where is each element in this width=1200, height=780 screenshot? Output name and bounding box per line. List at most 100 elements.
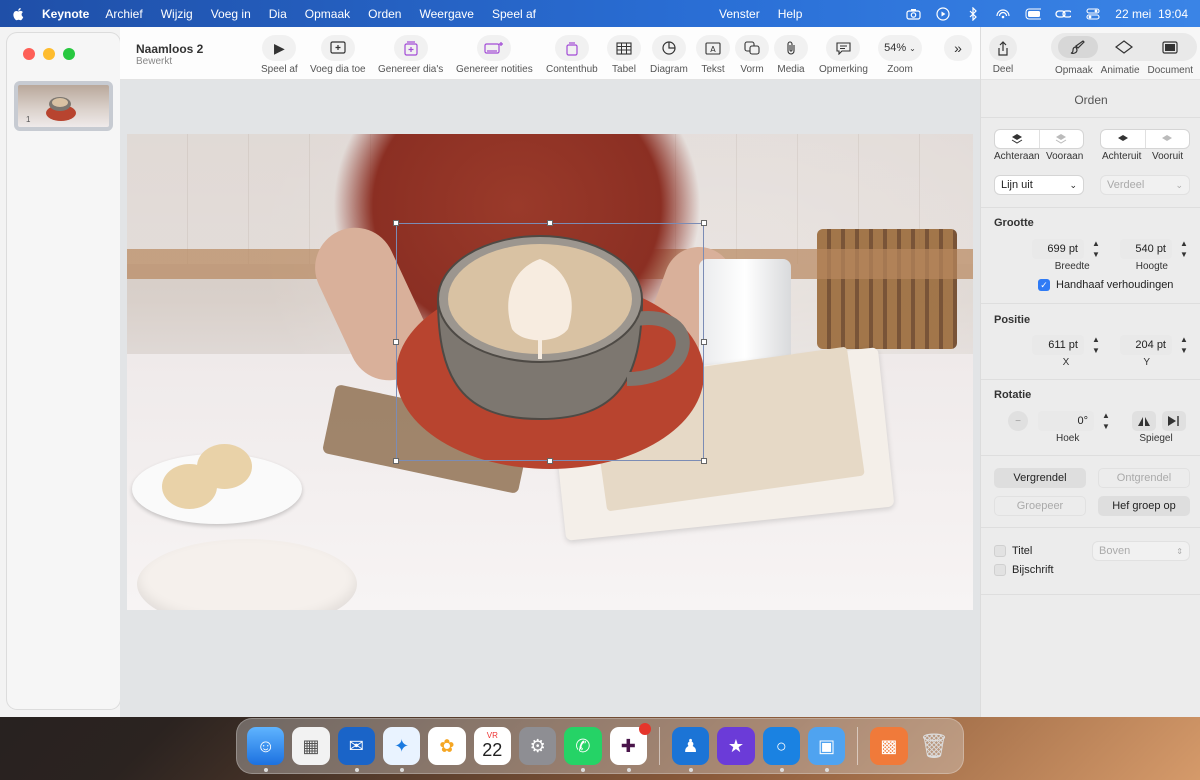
tab-animation-label[interactable]: Animatie xyxy=(1101,65,1140,76)
resize-handle[interactable] xyxy=(701,339,707,345)
menu-opmaak[interactable]: Opmaak xyxy=(305,7,350,21)
bluetooth-icon[interactable] xyxy=(965,6,981,21)
height-stepper[interactable]: ▲ ▼ xyxy=(1178,239,1190,259)
minimize-button[interactable] xyxy=(43,48,55,60)
bring-forward-button[interactable] xyxy=(1144,130,1190,148)
menu-speel-af[interactable]: Speel af xyxy=(492,7,536,21)
qbrowser-icon[interactable]: ○ xyxy=(762,727,800,772)
utility-icon[interactable]: ▣ xyxy=(807,727,846,772)
document-title[interactable]: Naamloos 2 xyxy=(136,42,203,56)
imovie-icon[interactable]: ★ xyxy=(717,727,755,765)
zoom-button[interactable] xyxy=(63,48,75,60)
calendar-icon[interactable]: VR 22 xyxy=(473,727,511,765)
width-stepper[interactable]: ▲ ▼ xyxy=(1090,239,1102,259)
launchpad-icon[interactable]: ▦ xyxy=(292,727,330,765)
selection-box[interactable] xyxy=(393,220,707,464)
menu-venster[interactable]: Venster xyxy=(719,7,760,21)
distribute-select[interactable]: Verdeel ⌄ xyxy=(1100,175,1190,195)
send-backward-button[interactable] xyxy=(1101,130,1145,148)
width-field[interactable]: 699 pt xyxy=(1032,239,1084,259)
tab-format-label[interactable]: Opmaak xyxy=(1055,65,1093,76)
zoom-select[interactable]: 54% ⌄ xyxy=(878,35,922,61)
photos-icon[interactable]: ✿ xyxy=(428,727,466,765)
send-to-back-button[interactable] xyxy=(995,130,1039,148)
share-button[interactable]: Deel xyxy=(989,35,1017,75)
flip-horizontal-button[interactable] xyxy=(1162,411,1186,431)
menu-voeg-in[interactable]: Voeg in xyxy=(211,7,251,21)
menu-wijzig[interactable]: Wijzig xyxy=(161,7,193,21)
chart-button[interactable]: Diagram xyxy=(650,35,688,75)
play-button[interactable]: ▶ Speel af xyxy=(261,35,298,75)
resize-handle[interactable] xyxy=(393,220,399,226)
generate-notes-button[interactable]: Genereer notities xyxy=(456,35,533,75)
trash-icon[interactable]: 🗑 xyxy=(916,727,953,765)
ungroup-button[interactable]: Hef groep op xyxy=(1098,496,1190,516)
keep-ratio-row[interactable]: ✓ Handhaaf verhoudingen xyxy=(1038,279,1200,291)
resize-handle[interactable] xyxy=(547,220,553,226)
add-slide-button[interactable]: Voeg dia toe xyxy=(310,35,366,75)
group-button[interactable]: Groepeer xyxy=(994,496,1086,516)
x-field[interactable]: 611 pt xyxy=(1032,335,1084,355)
outlook-icon[interactable]: ✉ xyxy=(337,727,375,772)
slide-thumbnail-selected[interactable]: 1 xyxy=(14,81,113,131)
menu-weergave[interactable]: Weergave xyxy=(419,7,473,21)
angle-stepper[interactable]: ▲ ▼ xyxy=(1100,411,1112,431)
x-stepper[interactable]: ▲ ▼ xyxy=(1090,335,1102,355)
title-position-select[interactable]: Boven ⇕ xyxy=(1092,541,1190,561)
menu-dia[interactable]: Dia xyxy=(269,7,287,21)
battery-icon[interactable] xyxy=(1025,7,1042,21)
angle-field[interactable]: 0° xyxy=(1038,411,1094,431)
menubar-datetime[interactable]: 22 mei 19:04 xyxy=(1115,7,1188,21)
finder-icon[interactable]: ☺ xyxy=(247,727,285,772)
y-field[interactable]: 204 pt xyxy=(1120,335,1172,355)
resize-handle[interactable] xyxy=(393,458,399,464)
caption-checkbox[interactable] xyxy=(994,564,1006,576)
menu-app-name[interactable]: Keynote xyxy=(42,7,89,21)
slack-icon[interactable]: ✚ xyxy=(609,723,651,772)
tab-format[interactable] xyxy=(1058,36,1098,58)
keep-ratio-checkbox[interactable]: ✓ xyxy=(1038,279,1050,291)
menu-archief[interactable]: Archief xyxy=(105,7,142,21)
media-button[interactable]: Media xyxy=(774,35,808,75)
resize-handle[interactable] xyxy=(547,458,553,464)
keynote-icon[interactable]: ♟ xyxy=(671,727,710,772)
bring-to-front-button[interactable] xyxy=(1038,130,1084,148)
resize-handle[interactable] xyxy=(701,458,707,464)
align-select[interactable]: Lijn uit ⌄ xyxy=(994,175,1084,195)
system-settings-icon[interactable]: ⚙ xyxy=(518,727,557,765)
whatsapp-icon[interactable]: ✆ xyxy=(564,727,602,772)
tab-document[interactable] xyxy=(1150,36,1190,58)
menu-help[interactable]: Help xyxy=(778,7,803,21)
rotate-dial[interactable]: − xyxy=(1008,411,1028,431)
close-button[interactable] xyxy=(23,48,35,60)
height-field[interactable]: 540 pt xyxy=(1120,239,1172,259)
resize-handle[interactable] xyxy=(701,220,707,226)
zoom-control[interactable]: 54% ⌄ Zoom xyxy=(878,35,922,75)
text-button[interactable]: A Tekst xyxy=(696,35,730,75)
shape-button[interactable]: Vorm xyxy=(735,35,769,75)
content-hub-button[interactable]: Contenthub xyxy=(546,35,598,75)
title-checkbox[interactable] xyxy=(994,545,1006,557)
comment-button[interactable]: Opmerking xyxy=(819,35,868,75)
slide[interactable] xyxy=(127,134,973,610)
camera-icon[interactable] xyxy=(905,7,921,21)
unlock-button[interactable]: Ontgrendel xyxy=(1098,468,1190,488)
airdrop-icon[interactable] xyxy=(995,7,1011,21)
tab-document-label[interactable]: Document xyxy=(1147,65,1193,76)
control-center-icon[interactable] xyxy=(1085,7,1101,21)
y-stepper[interactable]: ▲ ▼ xyxy=(1178,335,1190,355)
tab-animation[interactable] xyxy=(1104,36,1144,58)
flip-vertical-button[interactable] xyxy=(1132,411,1156,431)
more-toolbar-button[interactable]: » xyxy=(944,35,972,64)
safari-icon[interactable]: ✦ xyxy=(382,727,421,772)
menu-orden[interactable]: Orden xyxy=(368,7,401,21)
slide-navigator: 1 xyxy=(7,33,120,709)
preview-stack-icon[interactable]: ▩ xyxy=(870,727,908,765)
apple-icon[interactable] xyxy=(12,7,26,21)
link-icon[interactable] xyxy=(1055,7,1072,21)
play-circle-icon[interactable] xyxy=(935,6,951,21)
lock-button[interactable]: Vergrendel xyxy=(994,468,1086,488)
table-button[interactable]: Tabel xyxy=(607,35,641,75)
resize-handle[interactable] xyxy=(393,339,399,345)
generate-slides-button[interactable]: Genereer dia's xyxy=(378,35,443,75)
